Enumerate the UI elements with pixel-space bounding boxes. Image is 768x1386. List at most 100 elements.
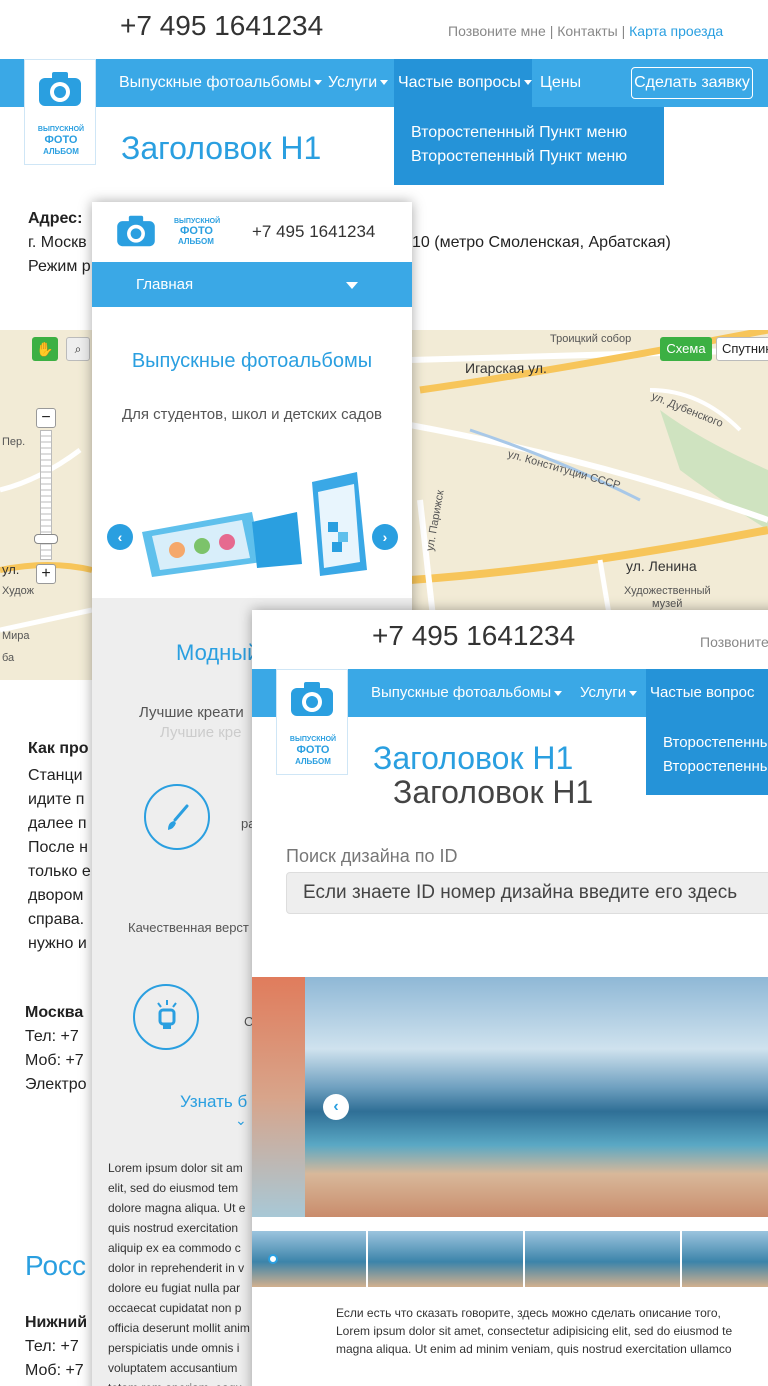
learn-more-link[interactable]: Узнать б (180, 1092, 247, 1112)
chevron-down-icon (346, 282, 358, 289)
thumbnail[interactable] (368, 1231, 523, 1287)
map-label: ул. (2, 562, 20, 577)
zoom-out-icon[interactable]: − (36, 408, 56, 428)
brush-icon (144, 784, 210, 850)
map-label: Художественный (624, 585, 711, 597)
call-me-link[interactable]: Позвоните (700, 634, 768, 650)
map-label: музей (652, 598, 683, 610)
front-phone: +7 495 1641234 (372, 620, 576, 651)
mobile-menu[interactable]: Главная (92, 262, 412, 307)
logo-line: ФОТО (180, 225, 213, 237)
map-label: Троицкий собор (550, 333, 632, 345)
camera-logo-icon (291, 682, 333, 716)
map-link[interactable]: Карта проезда (629, 23, 723, 39)
work-hours: Режим р (28, 258, 91, 275)
nav-faq[interactable]: Частые вопрос (646, 669, 768, 717)
map-label: Игарская ул. (465, 360, 547, 376)
thumbnail[interactable] (682, 1231, 768, 1287)
nn-title: Нижний (25, 1314, 88, 1331)
nav-services[interactable]: Услуги (580, 669, 638, 717)
thumb-indicator[interactable] (268, 1254, 278, 1264)
hero-title: Выпускные фотоальбомы (131, 350, 373, 372)
dropdown-item[interactable]: Второстепенный (663, 731, 768, 755)
search-label: Поиск дизайна по ID (286, 846, 458, 866)
map-label: ба (2, 652, 15, 664)
description-text: Если есть что сказать говорите, здесь мо… (336, 1306, 733, 1356)
moscow-title: Москва (25, 1004, 84, 1021)
mobile-menu-label: Главная (136, 276, 194, 293)
albums-product-image (142, 472, 367, 577)
nav-prices[interactable]: Цены (540, 59, 581, 107)
lorem-text: Lorem ipsum dolor sit am elit, sed do ei… (108, 1161, 250, 1386)
dropdown-item[interactable]: Второстепенный Пункт меню (411, 145, 664, 169)
page-title: Заголовок Н1 (121, 130, 322, 166)
search-id-input[interactable]: Если знаете ID номер дизайна введите его… (286, 872, 768, 914)
zoom-in-icon[interactable]: + (36, 564, 56, 584)
camera-logo-icon (117, 215, 155, 247)
chevron-down-icon (523, 80, 532, 86)
chevron-down-icon[interactable]: ⌄ (235, 1112, 247, 1129)
beach-slide-image (305, 977, 768, 1217)
map-label: Худож (2, 585, 35, 597)
nn-tel: Тел: +7 (25, 1338, 79, 1355)
nav-faq[interactable]: Частые вопросы (394, 59, 532, 107)
best-ghost-text: Лучшие кре (160, 724, 242, 741)
header-phone: +7 495 1641234 (120, 10, 324, 41)
satellite-button[interactable]: Спутник (716, 337, 768, 361)
moscow-mob: Моб: +7 (25, 1052, 84, 1069)
slide-thumb-left[interactable] (252, 977, 305, 1217)
logo-line: ФОТО (296, 744, 330, 756)
address-label: Адрес: (28, 210, 83, 227)
moscow-email: Электро (25, 1076, 87, 1093)
page-title: Заголовок Н1 (373, 740, 574, 776)
logo-line: АЛЬБОМ (295, 757, 331, 766)
thumbnail[interactable] (525, 1231, 680, 1287)
call-me-link[interactable]: Позвоните мне (448, 23, 546, 39)
slider-thumbnails (252, 1231, 768, 1287)
best-text: Лучшие креати (139, 704, 244, 721)
chevron-down-icon (380, 80, 389, 86)
section-title: Модный (176, 640, 260, 665)
zoom-area-icon[interactable]: ⌕ (66, 337, 90, 361)
nav-albums[interactable]: Выпускные фотоальбомы (119, 59, 323, 107)
hand-tool-icon[interactable]: ✋ (32, 337, 58, 361)
address-line: г. Москв (28, 234, 87, 251)
chevron-down-icon (314, 80, 323, 86)
hero-subtitle: Для студентов, школ и детских садов (121, 406, 383, 423)
carousel-next-icon[interactable]: › (372, 524, 398, 550)
logo-line: ФОТО (44, 134, 78, 146)
site-logo[interactable]: ВЫПУСКНОЙ ФОТО АЛЬБОМ (276, 669, 348, 775)
map-label: Мира (2, 630, 30, 642)
slider-prev-icon[interactable]: ‹ (323, 1094, 349, 1120)
address-tail: 10 (метро Смоленская, Арбатская) (412, 234, 671, 251)
logo-line: АЛЬБОМ (178, 237, 214, 246)
order-button[interactable]: Сделать заявку (631, 67, 753, 99)
lamp-icon (133, 984, 199, 1050)
moscow-tel: Тел: +7 (25, 1028, 79, 1045)
logo-line: ВЫПУСКНОЙ (289, 736, 337, 743)
chevron-down-icon (554, 690, 563, 696)
nav-albums[interactable]: Выпускные фотоальбомы (371, 669, 563, 717)
top-links: Позвоните мне | Контакты | Карта проезда (448, 23, 724, 39)
zoom-handle[interactable] (34, 534, 58, 544)
logo-line: ВЫПУСКНОЙ (37, 126, 85, 133)
front-mockup: +7 495 1641234 Позвоните Выпускные фотоа… (252, 610, 768, 1386)
faq-dropdown: Второстепенный Пункт меню Второстепенный… (394, 107, 664, 185)
mobile-logo[interactable] (114, 214, 158, 250)
dropdown-item[interactable]: Второстепенный Пункт меню (411, 121, 664, 145)
carousel-prev-icon[interactable]: ‹ (107, 524, 133, 550)
faq-dropdown: Второстепенный Второстепенный (646, 717, 768, 795)
how-text: Станци идите п далее п После н только е … (28, 767, 91, 952)
page-subtitle: Заголовок Н1 (393, 774, 594, 810)
scheme-button[interactable]: Схема (660, 337, 712, 361)
russia-title: Росс (25, 1250, 87, 1281)
dropdown-item[interactable]: Второстепенный (663, 755, 768, 779)
how-title: Как про (28, 740, 89, 757)
site-logo[interactable]: ВЫПУСКНОЙ ФОТО АЛЬБОМ (24, 59, 96, 165)
mobile-phone: +7 495 1641234 (252, 222, 376, 241)
quality-text: Качественная верст (128, 920, 249, 935)
main-nav: Выпускные фотоальбомы Услуги Частые вопр… (0, 59, 768, 107)
nav-services[interactable]: Услуги (328, 59, 389, 107)
chevron-down-icon (629, 690, 638, 696)
contacts-link[interactable]: Контакты (557, 23, 617, 39)
